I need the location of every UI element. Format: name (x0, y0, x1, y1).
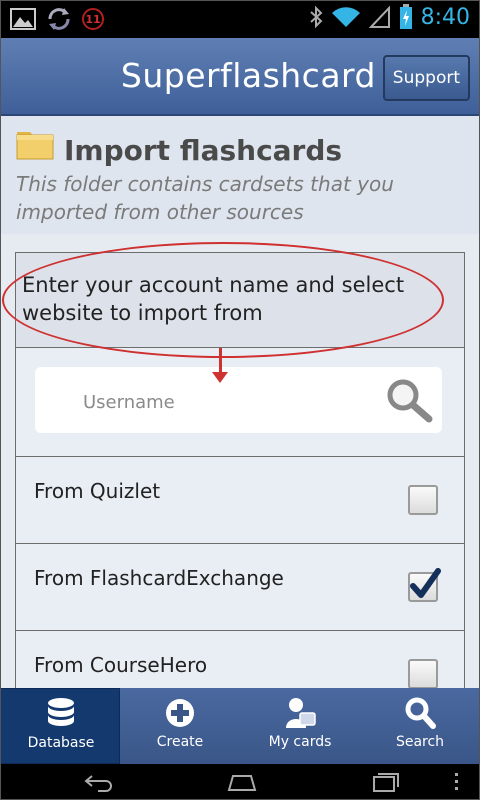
overflow-menu-icon[interactable] (452, 770, 460, 794)
option-label: From CourseHero (34, 653, 208, 677)
plus-circle-icon (166, 699, 194, 727)
notification-badge: 11 (82, 8, 104, 30)
battery-icon (399, 4, 412, 29)
option-label: From Quizlet (34, 479, 161, 503)
sync-icon (48, 8, 70, 30)
username-row (15, 347, 465, 457)
checkmark-icon (410, 568, 441, 598)
tab-my-cards[interactable]: My cards (240, 688, 360, 764)
folder-heading: Import flashcards This folder contains c… (0, 116, 480, 234)
search-icon (405, 697, 436, 729)
home-icon[interactable] (225, 770, 259, 794)
tab-label: My cards (268, 734, 332, 750)
option-coursehero[interactable]: From CourseHero (15, 630, 465, 688)
coursehero-checkbox[interactable] (408, 659, 438, 688)
folder-title: Import flashcards (64, 134, 343, 167)
tab-label: Search (395, 734, 445, 750)
folder-description: This folder contains cardsets that you i… (16, 172, 394, 224)
tab-create[interactable]: Create (120, 688, 240, 764)
tab-label: Database (27, 735, 95, 751)
username-input[interactable] (81, 387, 385, 417)
tab-search[interactable]: Search (360, 688, 480, 764)
app-title: Superflashcard (120, 56, 376, 95)
bottom-tab-bar: Database Create My cards Search (0, 688, 480, 764)
status-time: 8:40 (420, 4, 470, 30)
tab-label: Create (156, 734, 204, 750)
bluetooth-icon (309, 5, 323, 29)
support-button[interactable]: Support (382, 55, 470, 101)
option-quizlet[interactable]: From Quizlet (15, 456, 465, 544)
flashcardexchange-checkbox[interactable] (408, 568, 441, 602)
wifi-icon (331, 7, 360, 27)
recent-apps-icon[interactable] (368, 770, 402, 794)
option-flashcardexchange[interactable]: From FlashcardExchange (15, 543, 465, 631)
quizlet-checkbox[interactable] (408, 485, 438, 515)
back-icon[interactable] (82, 770, 116, 794)
highlight-ellipse (2, 242, 444, 358)
system-nav-bar (0, 764, 480, 800)
app-header: Superflashcard Support (0, 38, 480, 116)
folder-icon (16, 132, 54, 160)
tab-database[interactable]: Database (0, 688, 120, 764)
user-cards-icon (286, 698, 316, 728)
status-bar: 11 8:40 (0, 0, 480, 38)
option-label: From FlashcardExchange (34, 566, 284, 590)
annotation-arrow (219, 348, 222, 374)
image-icon (10, 8, 36, 30)
database-icon (48, 698, 74, 726)
search-icon[interactable] (384, 377, 434, 423)
annotation-arrow-head (212, 372, 228, 383)
signal-icon (368, 5, 390, 28)
username-box (35, 367, 442, 433)
